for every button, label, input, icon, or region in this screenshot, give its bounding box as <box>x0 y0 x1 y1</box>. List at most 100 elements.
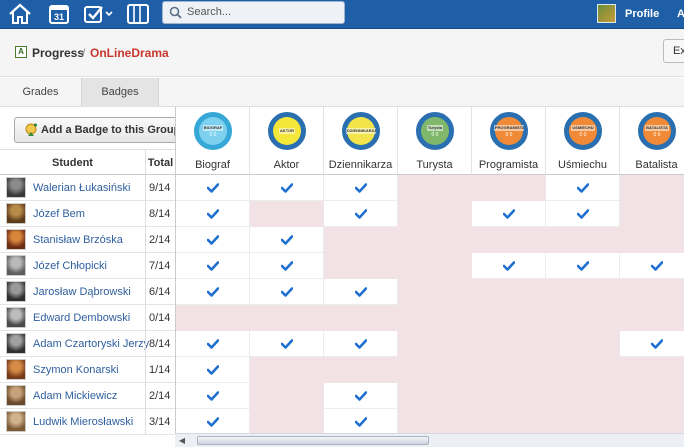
student-name[interactable]: Szymon Konarski <box>33 364 119 376</box>
tab-grades[interactable]: Grades <box>0 78 81 107</box>
badge-cell-awarded[interactable] <box>324 331 398 357</box>
badge-cell-empty[interactable] <box>472 409 546 433</box>
badge-cell-awarded[interactable] <box>176 409 250 433</box>
badge-column-header[interactable]: AKTOR Aktor <box>250 107 324 175</box>
badge-column-header[interactable]: BIOGRAF 0 0 Biograf <box>176 107 250 175</box>
total-column-header[interactable]: Total <box>145 149 175 175</box>
student-name[interactable]: Stanisław Brzóska <box>33 234 123 246</box>
student-name[interactable]: Edward Dembowski <box>33 312 130 324</box>
badge-cell-awarded[interactable] <box>546 253 620 279</box>
badge-cell-empty[interactable] <box>620 357 684 383</box>
student-name[interactable]: Adam Mickiewicz <box>33 390 117 402</box>
badge-cell-empty[interactable] <box>324 357 398 383</box>
badge-cell-empty[interactable] <box>620 175 684 201</box>
student-name[interactable]: Walerian Łukasiński <box>33 182 130 194</box>
badge-cell-awarded[interactable] <box>176 227 250 253</box>
add-badge-button[interactable]: Add a Badge to this Group <box>14 117 191 143</box>
badge-cell-empty[interactable] <box>472 331 546 357</box>
badge-cell-awarded[interactable] <box>176 279 250 305</box>
badge-column-header[interactable]: Turysta 0 0 Turysta <box>398 107 472 175</box>
badge-cell-empty[interactable] <box>620 201 684 227</box>
badge-cell-empty[interactable] <box>546 305 620 331</box>
badge-cell-empty[interactable] <box>472 305 546 331</box>
badge-cell-empty[interactable] <box>250 409 324 433</box>
badge-cell-awarded[interactable] <box>176 201 250 227</box>
badge-cell-awarded[interactable] <box>324 409 398 433</box>
badge-cell-awarded[interactable] <box>176 357 250 383</box>
badge-cell-empty[interactable] <box>324 227 398 253</box>
badge-column-header[interactable]: PROGRAMISTA 0 0 Programista <box>472 107 546 175</box>
badge-column-header[interactable]: BATALISTA 0 0 Batalista <box>620 107 684 175</box>
badge-cell-empty[interactable] <box>176 305 250 331</box>
badge-cell-empty[interactable] <box>398 305 472 331</box>
badge-cell-empty[interactable] <box>398 279 472 305</box>
badge-cell-empty[interactable] <box>472 175 546 201</box>
badge-cell-empty[interactable] <box>398 357 472 383</box>
badge-cell-awarded[interactable] <box>176 331 250 357</box>
badge-cell-empty[interactable] <box>546 357 620 383</box>
student-name[interactable]: Ludwik Mierosławski <box>33 416 133 428</box>
badge-cell-empty[interactable] <box>546 409 620 433</box>
horizontal-scrollbar[interactable]: ◀ <box>175 433 684 447</box>
badge-cell-empty[interactable] <box>324 305 398 331</box>
badge-cell-empty[interactable] <box>398 201 472 227</box>
student-name[interactable]: Józef Chłopicki <box>33 260 107 272</box>
badge-cell-empty[interactable] <box>398 175 472 201</box>
profile-avatar[interactable] <box>597 4 616 23</box>
badge-cell-awarded[interactable] <box>472 201 546 227</box>
badge-cell-empty[interactable] <box>250 305 324 331</box>
home-icon[interactable] <box>6 2 34 26</box>
badge-cell-empty[interactable] <box>250 383 324 409</box>
badge-column-header[interactable]: DZIENNIKARZA Dziennikarza <box>324 107 398 175</box>
export-button[interactable]: Ex <box>663 39 684 63</box>
badge-cell-empty[interactable] <box>546 331 620 357</box>
student-name[interactable]: Józef Bem <box>33 208 85 220</box>
badge-cell-empty[interactable] <box>546 279 620 305</box>
badge-cell-awarded[interactable] <box>620 331 684 357</box>
badge-cell-empty[interactable] <box>398 253 472 279</box>
badge-cell-awarded[interactable] <box>250 227 324 253</box>
badge-cell-awarded[interactable] <box>324 175 398 201</box>
badge-cell-awarded[interactable] <box>250 253 324 279</box>
badge-cell-empty[interactable] <box>398 409 472 433</box>
badge-cell-empty[interactable] <box>398 383 472 409</box>
badge-cell-awarded[interactable] <box>546 175 620 201</box>
badge-cell-awarded[interactable] <box>250 175 324 201</box>
badge-cell-empty[interactable] <box>472 227 546 253</box>
badge-cell-empty[interactable] <box>398 227 472 253</box>
student-name[interactable]: Adam Czartoryski Jerzy <box>33 338 149 350</box>
badge-cell-empty[interactable] <box>620 305 684 331</box>
badge-cell-awarded[interactable] <box>324 383 398 409</box>
overflow-menu-label[interactable]: A <box>677 8 684 20</box>
breadcrumb-section[interactable]: Progress <box>32 46 84 60</box>
badge-cell-awarded[interactable] <box>250 279 324 305</box>
calendar-icon[interactable]: 31 <box>45 2 73 26</box>
badge-cell-empty[interactable] <box>620 279 684 305</box>
search-input[interactable]: Search... <box>162 1 345 24</box>
badge-cell-awarded[interactable] <box>250 331 324 357</box>
badge-column-header[interactable]: USMIECHU 0 0 Uśmiechu <box>546 107 620 175</box>
badge-cell-empty[interactable] <box>398 331 472 357</box>
badge-cell-empty[interactable] <box>250 201 324 227</box>
badge-cell-empty[interactable] <box>620 227 684 253</box>
badge-cell-awarded[interactable] <box>176 383 250 409</box>
badge-cell-awarded[interactable] <box>324 201 398 227</box>
badge-cell-empty[interactable] <box>620 409 684 433</box>
scroll-left-arrow-icon[interactable]: ◀ <box>177 435 187 446</box>
student-column-header[interactable]: Student <box>0 149 145 175</box>
badge-cell-awarded[interactable] <box>324 279 398 305</box>
profile-link[interactable]: Profile <box>625 8 659 20</box>
breadcrumb-course[interactable]: OnLineDrama <box>90 46 169 60</box>
badge-cell-empty[interactable] <box>472 383 546 409</box>
badge-cell-empty[interactable] <box>546 227 620 253</box>
tab-badges[interactable]: Badges <box>81 78 159 107</box>
badge-cell-empty[interactable] <box>472 357 546 383</box>
badge-cell-empty[interactable] <box>620 383 684 409</box>
badge-cell-empty[interactable] <box>324 253 398 279</box>
badge-cell-awarded[interactable] <box>546 201 620 227</box>
badge-cell-empty[interactable] <box>250 357 324 383</box>
badge-cell-awarded[interactable] <box>620 253 684 279</box>
badge-cell-awarded[interactable] <box>176 175 250 201</box>
tasks-icon[interactable] <box>82 2 116 26</box>
badge-cell-empty[interactable] <box>472 279 546 305</box>
